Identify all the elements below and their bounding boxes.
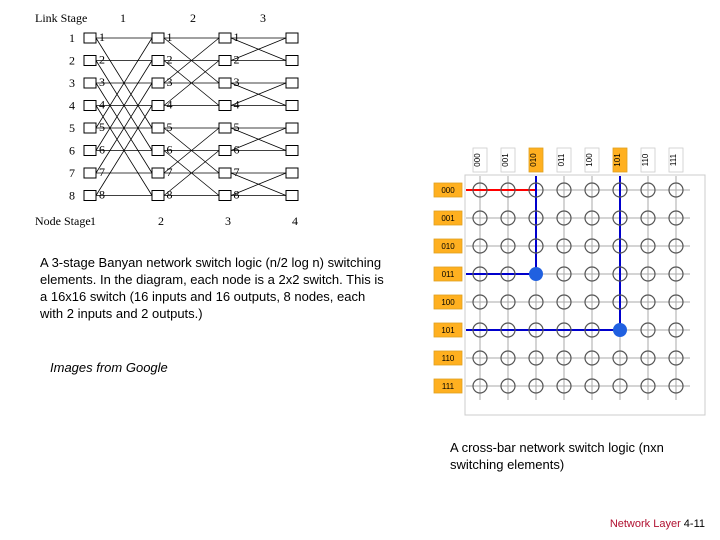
link-stage-label: Link Stage — [35, 11, 87, 25]
col-header: 101 — [613, 153, 622, 167]
svg-text:1: 1 — [69, 31, 75, 45]
col-header: 001 — [501, 153, 510, 167]
svg-text:2: 2 — [99, 53, 105, 67]
svg-text:1: 1 — [234, 30, 240, 44]
node-stage-label: Node Stage — [35, 214, 91, 228]
node-stage-4: 4 — [292, 214, 298, 228]
slide-footer: Network Layer 4-11 — [610, 518, 705, 530]
svg-text:1: 1 — [99, 30, 105, 44]
col-header: 011 — [557, 153, 566, 166]
link-stage-2: 2 — [190, 11, 196, 25]
row-label: 111 — [442, 382, 455, 391]
link-stage-3: 3 — [260, 11, 266, 25]
svg-text:7: 7 — [234, 165, 240, 179]
svg-text:3: 3 — [99, 75, 105, 89]
crossbar-diagram: 000 001 010 011 100 101 110 111 000 001 010 011 100 1… — [430, 140, 710, 420]
svg-text:6: 6 — [69, 144, 75, 158]
svg-text:2: 2 — [167, 53, 173, 67]
svg-text:8: 8 — [69, 189, 75, 203]
col-header: 100 — [585, 153, 594, 167]
banyan-caption: A 3-stage Banyan network switch logic (n… — [40, 255, 390, 323]
row-label: 000 — [441, 186, 455, 195]
node-stage-1: 1 — [90, 214, 96, 228]
svg-text:3: 3 — [69, 76, 75, 90]
footer-label: Network Layer — [610, 518, 681, 530]
svg-text:3: 3 — [234, 75, 240, 89]
svg-text:6: 6 — [167, 143, 173, 157]
svg-text:5: 5 — [234, 120, 240, 134]
row-label: 001 — [441, 214, 455, 223]
svg-text:2: 2 — [69, 54, 75, 68]
footer-page: 4-11 — [684, 518, 705, 530]
link-stage-1: 1 — [120, 11, 126, 25]
crossbar-caption: A cross-bar network switch logic (nxn sw… — [450, 440, 710, 474]
node-stage-2: 2 — [158, 214, 164, 228]
svg-text:4: 4 — [99, 98, 105, 112]
row-label: 101 — [441, 326, 455, 335]
source-caption: Images from Google — [50, 360, 168, 375]
svg-text:4: 4 — [69, 99, 75, 113]
row-label: 011 — [442, 270, 455, 279]
svg-text:5: 5 — [69, 121, 75, 135]
svg-text:5: 5 — [167, 120, 173, 134]
col-header: 111 — [669, 153, 678, 166]
col-header: 010 — [529, 153, 538, 167]
svg-text:7: 7 — [69, 166, 75, 180]
row-label: 110 — [442, 354, 455, 363]
banyan-diagram: Link Stage 1 2 3 12345678123456781234567… — [30, 10, 320, 230]
row-label: 010 — [441, 242, 455, 251]
col-header: 110 — [641, 153, 650, 166]
node-stage-3: 3 — [225, 214, 231, 228]
row-label: 100 — [441, 298, 455, 307]
col-header: 000 — [473, 153, 482, 167]
svg-text:1: 1 — [167, 30, 173, 44]
